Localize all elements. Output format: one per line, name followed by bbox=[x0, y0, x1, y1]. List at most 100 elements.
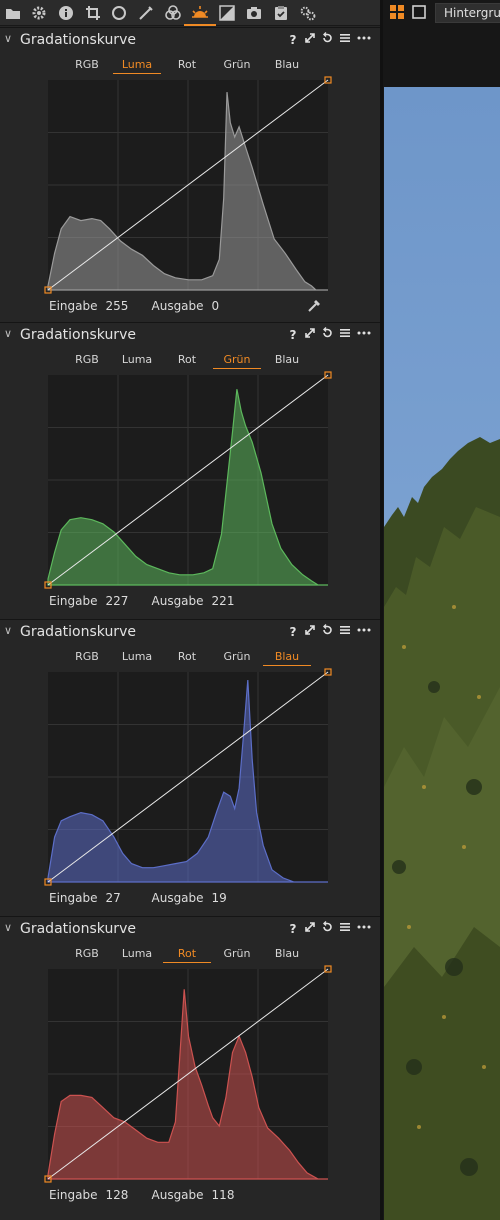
adjust-icon[interactable] bbox=[136, 3, 156, 23]
input-value: 27 bbox=[105, 891, 121, 905]
camera-icon[interactable] bbox=[244, 3, 264, 23]
tab-blau[interactable]: Blau bbox=[263, 650, 311, 666]
reset-icon[interactable] bbox=[320, 326, 334, 344]
output-value: 19 bbox=[211, 891, 227, 905]
tab-gruen[interactable]: Grün bbox=[213, 353, 261, 369]
help-icon[interactable]: ? bbox=[286, 31, 300, 49]
collapse-chevron-icon[interactable]: ∨ bbox=[4, 326, 16, 342]
metadata-icon[interactable] bbox=[271, 3, 291, 23]
info-icon[interactable] bbox=[56, 3, 76, 23]
expand-icon[interactable] bbox=[303, 623, 317, 641]
collapse-chevron-icon[interactable]: ∨ bbox=[4, 31, 16, 47]
expand-icon[interactable] bbox=[303, 920, 317, 938]
tab-rgb[interactable]: RGB bbox=[63, 947, 111, 963]
tab-luma[interactable]: Luma bbox=[113, 947, 161, 963]
expand-icon[interactable] bbox=[303, 31, 317, 49]
curve-panel: ∨ Gradationskurve? RGB Luma Rot Grün Blau Einga… bbox=[0, 619, 380, 915]
curve-graph[interactable] bbox=[44, 76, 332, 294]
panel-header[interactable]: ∨ Gradationskurve? bbox=[0, 620, 380, 644]
grid-view-icon[interactable] bbox=[389, 4, 405, 20]
tab-rot[interactable]: Rot bbox=[163, 650, 211, 666]
channel-tabs: RGB Luma Rot Grün Blau bbox=[63, 947, 311, 963]
exposure-icon[interactable] bbox=[184, 3, 216, 26]
details-icon[interactable] bbox=[217, 3, 237, 23]
help-icon[interactable]: ? bbox=[286, 623, 300, 641]
input-label: Eingabe bbox=[49, 299, 98, 313]
menu-icon[interactable] bbox=[338, 326, 352, 344]
curve-readout: Eingabe 128 Ausgabe 118 bbox=[49, 1187, 234, 1203]
reset-icon[interactable] bbox=[320, 920, 334, 938]
curve-panel: ∨ Gradationskurve? RGB Luma Rot Grün Blau Einga… bbox=[0, 322, 380, 618]
more-icon[interactable] bbox=[356, 623, 372, 641]
tab-luma[interactable]: Luma bbox=[113, 353, 161, 369]
tab-blau[interactable]: Blau bbox=[263, 353, 311, 369]
viewer-area: Hintergrun bbox=[383, 0, 500, 1220]
lens-icon[interactable] bbox=[109, 3, 129, 23]
more-icon[interactable] bbox=[356, 31, 372, 49]
curve-readout: Eingabe 27 Ausgabe 19 bbox=[49, 890, 227, 906]
panel-header[interactable]: ∨ Gradationskurve? bbox=[0, 323, 380, 347]
more-icon[interactable] bbox=[356, 326, 372, 344]
panel-header[interactable]: ∨ Gradationskurve? bbox=[0, 917, 380, 941]
help-icon[interactable]: ? bbox=[286, 920, 300, 938]
menu-icon[interactable] bbox=[338, 623, 352, 641]
gear-icon[interactable] bbox=[29, 3, 49, 23]
output-value: 118 bbox=[211, 1188, 235, 1202]
tab-gruen[interactable]: Grün bbox=[213, 58, 261, 74]
collapse-chevron-icon[interactable]: ∨ bbox=[4, 623, 16, 639]
tab-rot[interactable]: Rot bbox=[163, 947, 211, 963]
more-icon[interactable] bbox=[356, 920, 372, 938]
folder-icon[interactable] bbox=[3, 3, 23, 23]
panel-title: Gradationskurve bbox=[20, 327, 136, 343]
tab-gruen[interactable]: Grün bbox=[213, 947, 261, 963]
curve-readout: Eingabe 255 Ausgabe 0 bbox=[49, 298, 219, 314]
tab-rot[interactable]: Rot bbox=[163, 353, 211, 369]
eyedropper-icon[interactable] bbox=[307, 297, 323, 313]
panel-header[interactable]: ∨ Gradationskurve? bbox=[0, 28, 380, 52]
menu-icon[interactable] bbox=[338, 31, 352, 49]
curve-graph[interactable] bbox=[44, 371, 332, 589]
curve-graph[interactable] bbox=[44, 668, 332, 886]
output-label: Ausgabe bbox=[151, 1188, 204, 1202]
tab-luma[interactable]: Luma bbox=[113, 650, 161, 666]
tool-panel: ∨ Gradationskurve? RGB Luma Rot Grün Blau Einga… bbox=[0, 0, 380, 1220]
input-label: Eingabe bbox=[49, 594, 98, 608]
color-icon[interactable] bbox=[163, 3, 183, 23]
output-value: 0 bbox=[211, 299, 220, 313]
help-icon[interactable]: ? bbox=[286, 326, 300, 344]
channel-tabs: RGB Luma Rot Grün Blau bbox=[63, 650, 311, 666]
tab-blau[interactable]: Blau bbox=[263, 947, 311, 963]
curve-panel: ∨ Gradationskurve? RGB Luma Rot Grün Blau Einga… bbox=[0, 27, 380, 321]
tab-rgb[interactable]: RGB bbox=[63, 650, 111, 666]
single-view-icon[interactable] bbox=[411, 4, 427, 20]
batch-icon[interactable] bbox=[298, 3, 318, 23]
collapse-chevron-icon[interactable]: ∨ bbox=[4, 920, 16, 936]
output-label: Ausgabe bbox=[151, 891, 204, 905]
curve-graph[interactable] bbox=[44, 965, 332, 1183]
reset-icon[interactable] bbox=[320, 623, 334, 641]
output-value: 221 bbox=[211, 594, 235, 608]
input-value: 128 bbox=[105, 1188, 129, 1202]
panel-title: Gradationskurve bbox=[20, 624, 136, 640]
panel-title: Gradationskurve bbox=[20, 921, 136, 937]
tab-rgb[interactable]: RGB bbox=[63, 353, 111, 369]
reset-icon[interactable] bbox=[320, 31, 334, 49]
photo-preview[interactable] bbox=[384, 87, 500, 1220]
input-value: 227 bbox=[105, 594, 129, 608]
tab-luma[interactable]: Luma bbox=[113, 58, 161, 74]
crop-icon[interactable] bbox=[83, 3, 103, 23]
background-field[interactable]: Hintergrun bbox=[435, 3, 500, 23]
menu-icon[interactable] bbox=[338, 920, 352, 938]
tab-blau[interactable]: Blau bbox=[263, 58, 311, 74]
panel-title: Gradationskurve bbox=[20, 32, 136, 48]
output-label: Ausgabe bbox=[151, 299, 204, 313]
expand-icon[interactable] bbox=[303, 326, 317, 344]
curve-panel: ∨ Gradationskurve? RGB Luma Rot Grün Blau Einga… bbox=[0, 916, 380, 1220]
tab-gruen[interactable]: Grün bbox=[213, 650, 261, 666]
input-value: 255 bbox=[105, 299, 129, 313]
input-label: Eingabe bbox=[49, 1188, 98, 1202]
input-label: Eingabe bbox=[49, 891, 98, 905]
tab-rot[interactable]: Rot bbox=[163, 58, 211, 74]
output-label: Ausgabe bbox=[151, 594, 204, 608]
tab-rgb[interactable]: RGB bbox=[63, 58, 111, 74]
